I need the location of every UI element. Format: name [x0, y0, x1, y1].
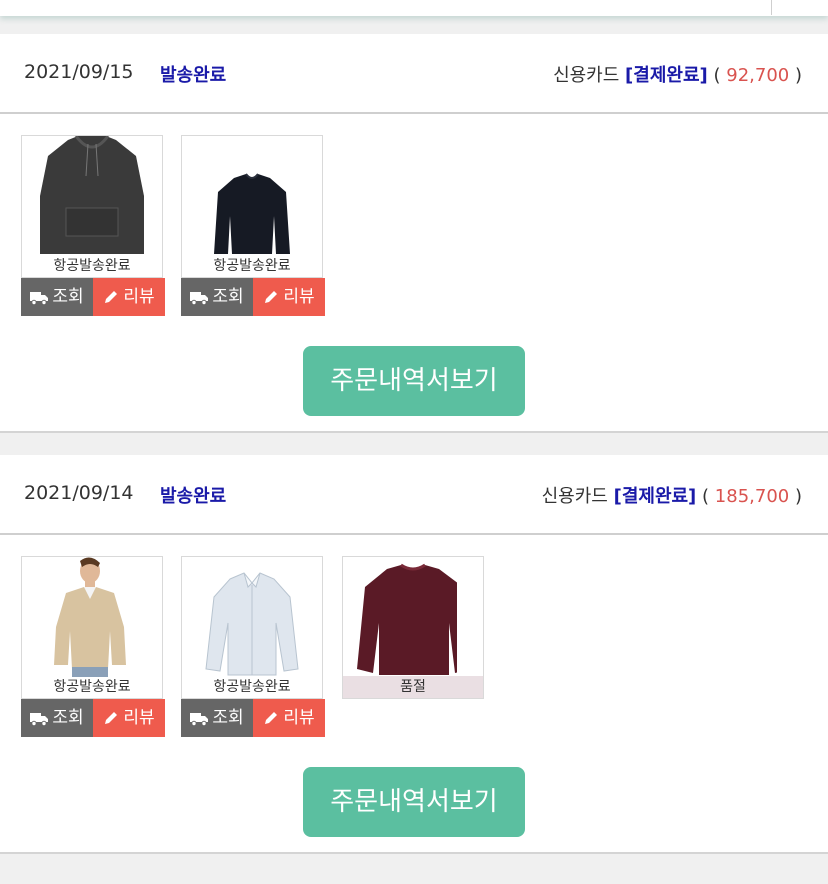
track-button[interactable]: 조회 [181, 278, 253, 316]
truck-icon [190, 713, 209, 727]
review-button[interactable]: 리뷰 [253, 278, 325, 316]
payment-method: 신용카드 [553, 65, 620, 86]
payment-info: 신용카드 [결제완료] ( 185,700 ) [542, 482, 802, 508]
truck-icon [30, 292, 49, 306]
payment-info: 신용카드 [결제완료] ( 92,700 ) [553, 61, 802, 87]
review-label: 리뷰 [123, 708, 155, 728]
order-status: 발송완료 [160, 65, 227, 86]
product-thumbnail[interactable]: 항공발송완료 [181, 556, 323, 699]
oxford-shirt-image [200, 557, 304, 677]
order-detail-button[interactable]: 주문내역서보기 [303, 767, 525, 837]
truck-icon [190, 292, 209, 306]
order-header: 2021/09/14 발송완료 신용카드 [결제완료] ( 185,700 ) [0, 455, 828, 535]
item-status-caption: 항공발송완료 [213, 679, 291, 695]
track-button[interactable]: 조회 [181, 699, 253, 737]
payment-status: [결제완료] [613, 486, 697, 507]
item-status-caption: 항공발송완료 [53, 258, 131, 274]
item-actions: 조회 리뷰 [21, 699, 165, 737]
product-thumbnail[interactable]: 품절 [342, 556, 484, 699]
track-label: 조회 [212, 708, 244, 728]
product-thumbnail[interactable]: 항공발송완료 [181, 135, 323, 278]
order-amount: 185,700 [714, 486, 790, 507]
order-amount: 92,700 [726, 65, 790, 86]
review-button[interactable]: 리뷰 [93, 699, 165, 737]
order-card: 2021/09/14 발송완료 신용카드 [결제완료] ( 185,700 ) … [0, 455, 828, 854]
item-status-caption: 품절 [343, 676, 483, 698]
amount-open-paren: ( [713, 65, 721, 86]
review-button[interactable]: 리뷰 [93, 278, 165, 316]
track-button[interactable]: 조회 [21, 699, 93, 737]
item-status-caption: 항공발송완료 [53, 679, 131, 695]
item-status-caption: 항공발송완료 [213, 258, 291, 274]
pencil-icon [105, 712, 118, 724]
order-card: 2021/09/15 발송완료 신용카드 [결제완료] ( 92,700 ) 항… [0, 34, 828, 433]
review-label: 리뷰 [283, 708, 315, 728]
item-actions: 조회 리뷰 [181, 699, 325, 737]
review-label: 리뷰 [283, 287, 315, 307]
payment-status: [결제완료] [625, 65, 708, 86]
beige-sweater-model-image [40, 557, 144, 677]
payment-method: 신용카드 [541, 486, 608, 507]
pencil-icon [105, 291, 118, 303]
track-label: 조회 [212, 287, 244, 307]
track-button[interactable]: 조회 [21, 278, 93, 316]
burgundy-sweater-image [353, 557, 457, 677]
order-date: 2021/09/14 [24, 482, 134, 504]
item-actions: 조회 리뷰 [21, 278, 165, 316]
sweater-image [200, 136, 304, 256]
review-label: 리뷰 [123, 287, 155, 307]
amount-open-paren: ( [702, 486, 710, 507]
top-bar-divider [771, 0, 772, 15]
top-bar [0, 0, 828, 16]
order-header: 2021/09/15 발송완료 신용카드 [결제완료] ( 92,700 ) [0, 34, 828, 114]
order-detail-button[interactable]: 주문내역서보기 [303, 346, 525, 416]
order-date: 2021/09/15 [24, 61, 134, 83]
pencil-icon [265, 712, 278, 724]
product-thumbnail[interactable]: 항공발송완료 [21, 556, 163, 699]
track-label: 조회 [52, 287, 84, 307]
review-button[interactable]: 리뷰 [253, 699, 325, 737]
truck-icon [30, 713, 49, 727]
order-status: 발송완료 [160, 486, 227, 507]
hoodie-image [40, 136, 144, 256]
amount-close-paren: ) [794, 486, 802, 507]
track-label: 조회 [52, 708, 84, 728]
product-thumbnail[interactable]: 항공발송완료 [21, 135, 163, 278]
amount-close-paren: ) [794, 65, 802, 86]
pencil-icon [265, 291, 278, 303]
item-actions: 조회 리뷰 [181, 278, 325, 316]
